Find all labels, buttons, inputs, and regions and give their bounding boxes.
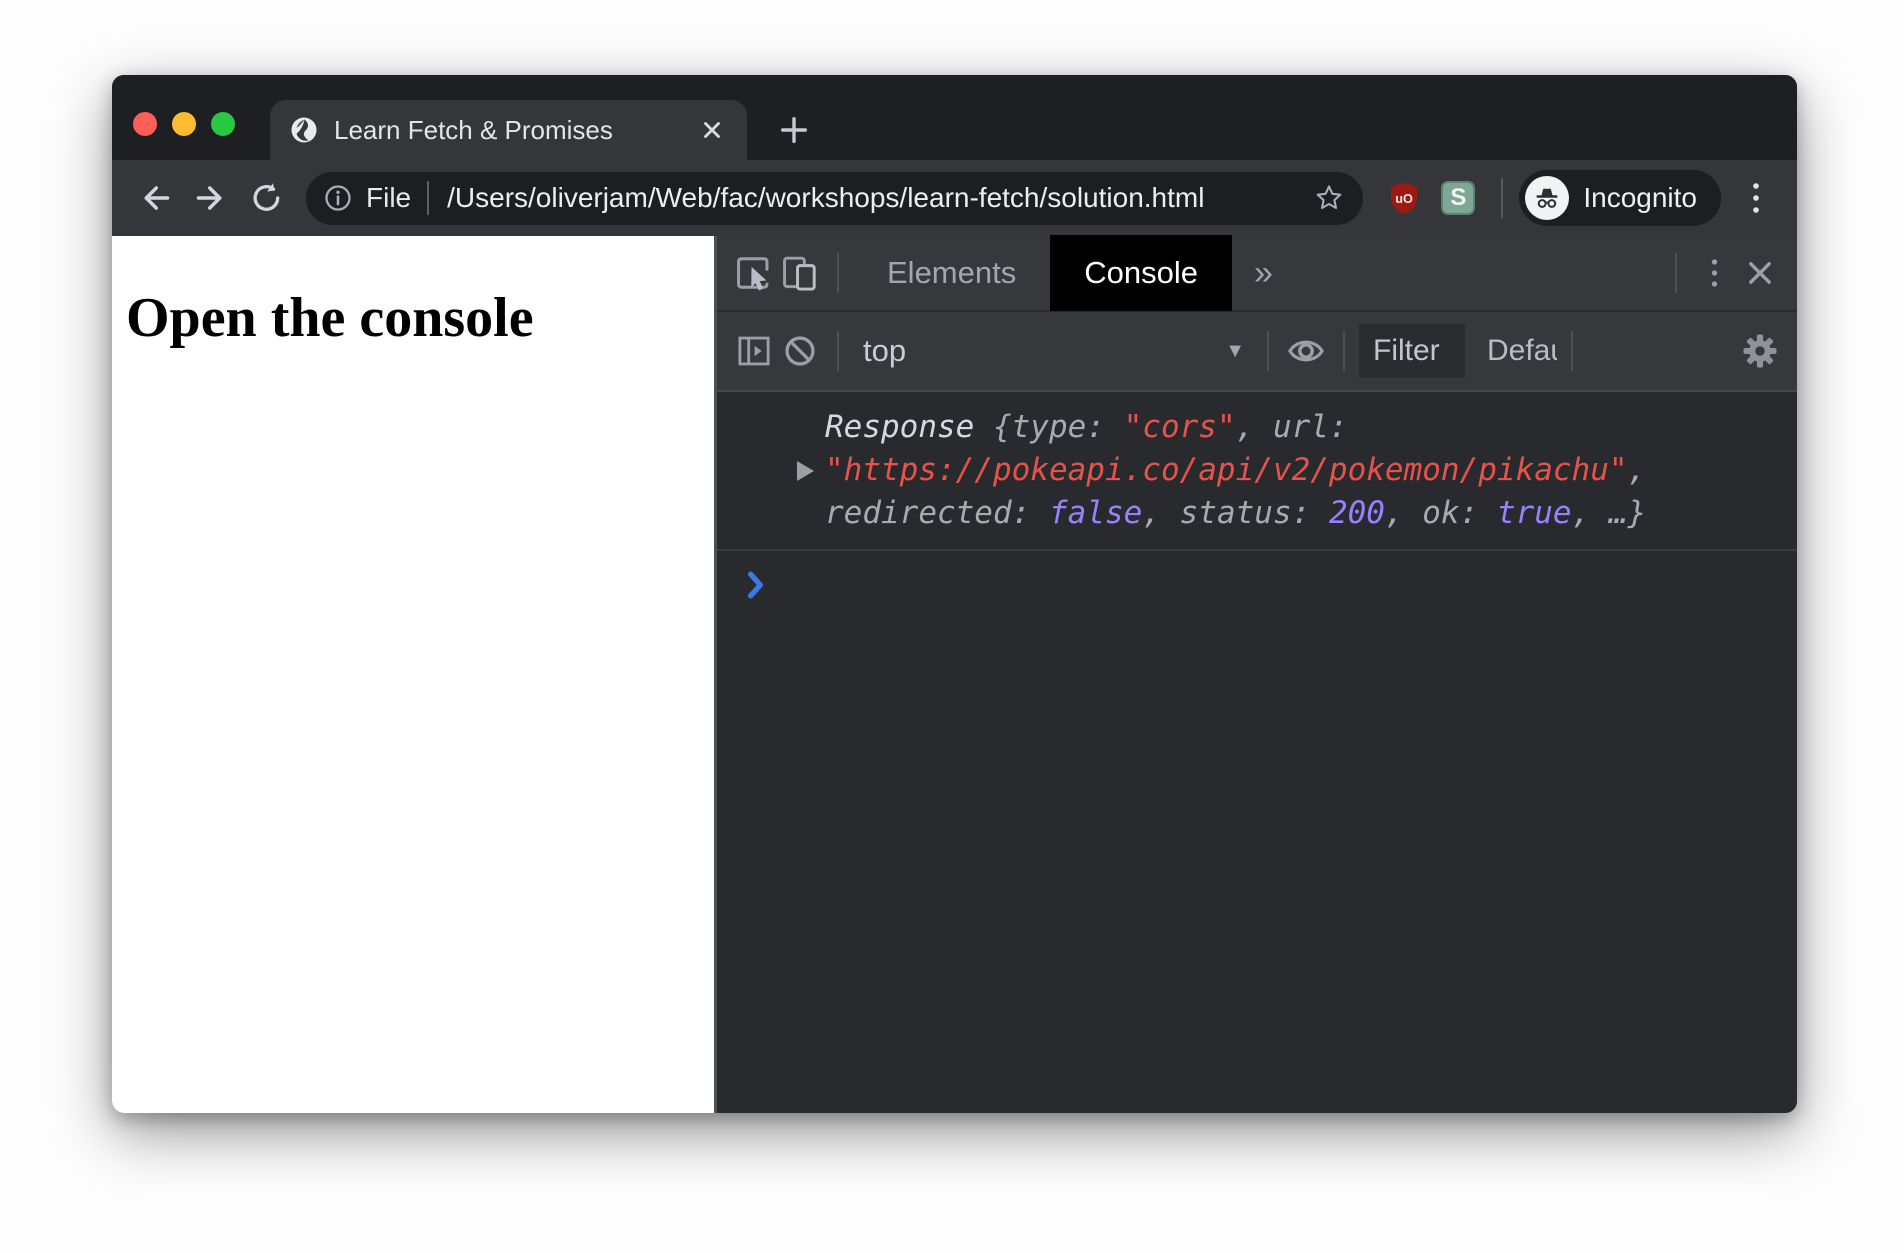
navigation-toolbar: File /Users/oliverjam/Web/fac/workshops/…	[112, 160, 1797, 236]
tab-title: Learn Fetch & Promises	[334, 114, 613, 145]
forward-button[interactable]	[188, 175, 234, 221]
minimize-window-button[interactable]	[172, 112, 196, 136]
console-text: "https://pokeapi.co/api/v2/pokemon/pikac…	[825, 452, 1628, 488]
reload-button[interactable]	[244, 175, 290, 221]
console-text: {type:	[992, 409, 1124, 445]
clear-console-icon[interactable]	[777, 328, 823, 374]
screenshot-stage: Learn Fetch & Promises File /Users/olive…	[0, 0, 1904, 1252]
browser-menu-icon[interactable]	[1735, 177, 1777, 219]
web-page: Open the console	[112, 236, 714, 1113]
incognito-label: Incognito	[1583, 182, 1697, 213]
address-bar[interactable]: File /Users/oliverjam/Web/fac/workshops/…	[306, 171, 1364, 225]
object-expander-icon[interactable]	[797, 460, 814, 481]
live-expression-eye-icon[interactable]	[1283, 328, 1329, 374]
devtools-close-icon[interactable]	[1737, 250, 1783, 296]
console-toolbar-divider	[1267, 331, 1269, 371]
console-text: , status:	[1142, 495, 1329, 531]
console-prompt[interactable]	[717, 551, 1797, 603]
console-output: Response {type: "cors", url: "https://po…	[717, 392, 1797, 1113]
console-text: 200	[1328, 495, 1385, 531]
console-message: Response {type: "cors", url: "https://po…	[717, 392, 1797, 551]
console-toolbar-divider	[1343, 331, 1345, 371]
tab-console[interactable]: Console	[1050, 235, 1232, 311]
console-toolbar-divider	[837, 331, 839, 371]
console-sidebar-icon[interactable]	[731, 328, 777, 374]
back-button[interactable]	[132, 175, 178, 221]
devtools-divider	[837, 253, 839, 293]
javascript-context-dropdown[interactable]: top ▼	[853, 333, 1253, 369]
tab-close-icon[interactable]	[697, 115, 727, 145]
stylus-s-icon: S	[1441, 181, 1476, 215]
console-text: true	[1496, 495, 1572, 531]
inspect-element-icon[interactable]	[731, 250, 777, 296]
address-divider	[427, 181, 430, 215]
ublock-extension-button[interactable]: uO	[1385, 179, 1423, 217]
console-text: , …}	[1571, 495, 1647, 531]
console-text: , url:	[1235, 409, 1348, 445]
log-levels-dropdown[interactable]: Default levels	[1487, 334, 1557, 368]
url-text[interactable]: /Users/oliverjam/Web/fac/workshops/learn…	[447, 182, 1299, 214]
devtools-tab-bar: Elements Console »	[717, 235, 1797, 312]
prompt-chevron-icon	[747, 571, 764, 599]
console-toolbar: top ▼ Default levels	[717, 312, 1797, 392]
devtools-divider	[1675, 253, 1677, 293]
window-content: Open the console Elements Console » top …	[112, 235, 1797, 1113]
device-toolbar-icon[interactable]	[777, 250, 823, 296]
console-text: false	[1048, 495, 1143, 531]
file-scheme-label: File	[366, 182, 412, 213]
stylus-extension-button[interactable]: S	[1439, 179, 1477, 217]
traffic-lights	[133, 112, 235, 136]
browser-window: Learn Fetch & Promises File /Users/olive…	[112, 75, 1797, 1113]
new-tab-button[interactable]	[772, 108, 816, 152]
incognito-icon	[1525, 176, 1570, 220]
settings-gear-icon[interactable]	[1737, 328, 1783, 374]
page-info-icon[interactable]	[324, 184, 352, 212]
toolbar-divider	[1501, 178, 1504, 218]
console-text: , ok:	[1384, 495, 1497, 531]
tab-strip: Learn Fetch & Promises	[112, 75, 1797, 160]
console-text: Response	[825, 409, 993, 445]
filter-input[interactable]	[1359, 324, 1465, 378]
chevron-down-icon: ▼	[1225, 339, 1245, 362]
browser-tab[interactable]: Learn Fetch & Promises	[270, 100, 747, 160]
more-tabs-icon[interactable]: »	[1232, 254, 1295, 293]
devtools-panel: Elements Console » top ▼ Filter Defa Res…	[714, 235, 1797, 1113]
bookmark-star-icon[interactable]	[1313, 182, 1345, 214]
incognito-badge: Incognito	[1519, 170, 1721, 226]
globe-favicon-icon	[290, 116, 318, 144]
devtools-menu-icon[interactable]	[1691, 250, 1737, 296]
page-title: Open the console	[126, 287, 534, 349]
svg-text:uO: uO	[1396, 192, 1414, 206]
console-toolbar-divider	[1571, 331, 1573, 371]
console-text: "cors"	[1123, 409, 1236, 445]
close-window-button[interactable]	[133, 112, 157, 136]
context-label: top	[863, 333, 907, 368]
tab-elements[interactable]: Elements	[853, 235, 1050, 311]
zoom-window-button[interactable]	[211, 112, 235, 136]
